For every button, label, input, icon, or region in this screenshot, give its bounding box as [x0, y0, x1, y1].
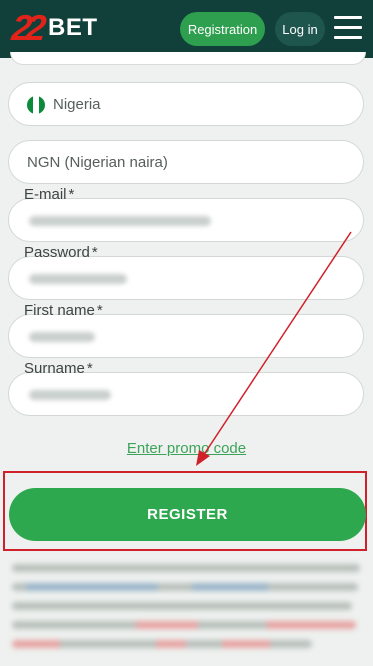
login-button[interactable]: Log in — [275, 12, 325, 46]
terms-line — [12, 564, 360, 572]
currency-value: NGN (Nigerian naira) — [27, 154, 168, 171]
terms-text-blurred — [12, 564, 362, 659]
nigeria-flag-icon — [27, 96, 45, 114]
first-name-label: First name * — [24, 302, 103, 319]
surname-field[interactable] — [8, 372, 364, 416]
terms-line — [12, 640, 312, 648]
register-button[interactable]: REGISTER — [9, 488, 366, 541]
password-value-blurred — [29, 274, 127, 284]
terms-line — [12, 602, 352, 610]
password-label: Password * — [24, 244, 98, 261]
surname-label: Surname * — [24, 360, 93, 377]
currency-select[interactable]: NGN (Nigerian naira) — [8, 140, 364, 184]
first-name-value-blurred — [29, 332, 95, 342]
brand-logo[interactable]: 22 BET — [9, 7, 98, 48]
terms-line — [12, 583, 358, 591]
logo-number: 22 — [9, 7, 43, 48]
logo-text: BET — [48, 14, 98, 41]
email-value-blurred — [29, 216, 211, 226]
form-card-edge — [10, 52, 366, 65]
country-value: Nigeria — [53, 96, 101, 113]
surname-value-blurred — [29, 390, 111, 400]
terms-line — [12, 621, 356, 629]
password-field[interactable] — [8, 256, 364, 300]
hamburger-menu-icon[interactable] — [334, 16, 362, 40]
promo-code-link[interactable]: Enter promo code — [0, 440, 373, 457]
email-field[interactable] — [8, 198, 364, 242]
registration-button[interactable]: Registration — [180, 12, 265, 46]
registration-page: 22 BET Registration Log in Nigeria NGN (… — [0, 0, 373, 666]
top-header: 22 BET Registration Log in — [0, 0, 373, 58]
country-select[interactable]: Nigeria — [8, 82, 364, 126]
first-name-field[interactable] — [8, 314, 364, 358]
email-label: E-mail * — [24, 186, 75, 203]
